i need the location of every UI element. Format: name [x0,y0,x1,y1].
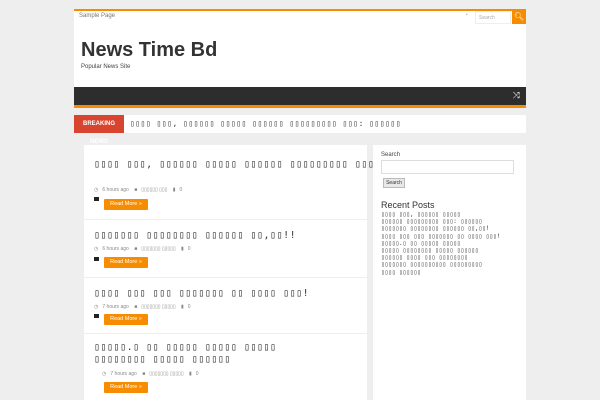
clock-icon: ◷ [102,371,107,377]
post-comments[interactable]: 0 [180,187,183,193]
post-time: 6 hours ago [102,187,129,193]
read-more-button[interactable]: Read More » [104,382,148,393]
rss-icon[interactable]: ◔ [464,12,468,19]
folder-icon: ■ [142,371,146,377]
site-title[interactable]: News Time Bd [81,39,217,62]
post-meta: ◷ 7 hours ago ■ ▯▯▯▯▯▯▯ ▯▯▯▯▯ ▮ 0 [102,371,203,377]
sample-page-link[interactable]: Sample Page [79,13,115,19]
breaking-news-bar: BREAKING NEWS ▯▯▯▯ ▯▯▯, ▯▯▯▯▯▯ ▯▯▯▯▯ ▯▯▯… [74,115,526,145]
post-meta: ◷ 6 hours ago ■ ▯▯▯▯▯▯▯ ▯▯▯▯▯ ▮ 0 [94,246,195,252]
clock-icon: ◷ [94,246,99,252]
post-item: ▯▯▯▯▯.▯ ▯▯ ▯▯▯▯▯ ▯▯▯▯▯ ▯▯▯▯▯ ▯▯▯▯▯▯▯▯ ▯▯… [84,334,367,400]
clock-icon: ◷ [94,187,99,193]
sidebar-search-input[interactable] [381,160,514,174]
recent-post-item[interactable]: ▯▯▯▯▯.▯ ▯▯ ▯▯▯▯▯ ▯▯▯▯▯ [381,240,521,247]
post-meta: ◷ 6 hours ago ■ ▯▯▯▯▯▯ ▯▯▯ ▮ 0 [94,187,186,193]
post-thumbnail[interactable] [94,257,99,261]
recent-post-item[interactable]: ▯▯▯▯ ▯▯▯, ▯▯▯▯▯▯ ▯▯▯▯▯ [381,211,521,218]
post-item: ▯▯▯▯ ▯▯▯, ▯▯▯▯▯▯ ▯▯▯▯▯ ▯▯▯▯▯▯ ▯▯▯▯▯▯▯▯▯ … [84,145,426,220]
comment-icon: ▮ [172,187,176,193]
post-category[interactable]: ▯▯▯▯▯▯▯ ▯▯▯▯▯ [141,304,175,310]
search-icon[interactable]: 🔍︎ [512,9,526,24]
post-category[interactable]: ▯▯▯▯▯▯▯ ▯▯▯▯▯ [149,371,183,377]
comment-icon: ▮ [189,371,192,377]
post-category[interactable]: ▯▯▯▯▯▯ ▯▯▯ [141,187,167,193]
post-comments[interactable]: 0 [188,304,191,310]
post-thumbnail[interactable] [94,314,99,318]
search-input[interactable]: Search [475,11,511,24]
sidebar-search-label: Search [381,152,401,158]
post-time: 7 hours ago [102,304,129,310]
post-title[interactable]: ▯▯▯▯▯.▯ ▯▯ ▯▯▯▯▯ ▯▯▯▯▯ ▯▯▯▯▯ ▯▯▯▯▯▯▯▯ ▯▯… [94,342,334,366]
recent-post-item[interactable]: ▯▯▯▯▯▯▯ ▯▯▯▯▯▯▯▯ ▯▯▯▯▯▯ ▯▯,▯▯! [381,225,521,232]
post-comments[interactable]: 0 [196,371,199,377]
read-more-button[interactable]: Read More » [104,199,148,210]
site-header: News Time Bd Popular News Site [74,24,526,87]
recent-post-item[interactable]: ▯▯▯▯▯▯ ▯▯▯▯▯▯▯▯▯ ▯▯▯: ▯▯▯▯▯▯ [381,218,521,225]
folder-icon: ■ [134,246,138,252]
post-item: ▯▯▯▯▯▯▯ ▯▯▯▯▯▯▯▯ ▯▯▯▯▯▯ ▯▯,▯▯!! ◷ 6 hours… [84,220,367,278]
sidebar-search-button[interactable]: Search [383,178,405,188]
clock-icon: ◷ [94,304,99,310]
post-list: ▯▯▯▯ ▯▯▯, ▯▯▯▯▯▯ ▯▯▯▯▯ ▯▯▯▯▯▯ ▯▯▯▯▯▯▯▯▯ … [84,145,426,400]
post-meta: ◷ 7 hours ago ■ ▯▯▯▯▯▯▯ ▯▯▯▯▯ ▮ 0 [94,304,195,310]
recent-posts-list: ▯▯▯▯ ▯▯▯, ▯▯▯▯▯▯ ▯▯▯▯▯ ▯▯▯▯▯▯ ▯▯▯▯▯▯▯▯▯ … [381,211,521,276]
post-thumbnail[interactable] [94,197,99,201]
post-comments[interactable]: 0 [188,246,191,252]
shuffle-icon[interactable]: ⤨ [513,90,520,101]
recent-post-item[interactable]: ▯▯▯▯▯ ▯▯▯▯▯▯▯▯ ▯▯▯▯▯ ▯▯▯▯▯▯ [381,247,521,254]
read-more-button[interactable]: Read More » [104,257,148,268]
sidebar: Search Search Recent Posts ▯▯▯▯ ▯▯▯, ▯▯▯… [373,145,526,400]
breaking-news-headline[interactable]: ▯▯▯▯ ▯▯▯, ▯▯▯▯▯▯ ▯▯▯▯▯ ▯▯▯▯▯▯ ▯▯▯▯▯▯▯▯▯ … [130,119,401,128]
post-time: 7 hours ago [110,371,137,377]
read-more-button[interactable]: Read More » [104,314,148,325]
site-tagline: Popular News Site [81,64,131,70]
top-bar: Sample Page ◔ Search 🔍︎ [74,9,526,24]
post-time: 6 hours ago [102,246,129,252]
recent-post-item[interactable]: ▯▯▯▯▯▯▯ ▯▯▯▯▯▯▯▯▯▯ ▯▯▯▯▯▯▯▯▯ [381,261,521,268]
post-category[interactable]: ▯▯▯▯▯▯▯ ▯▯▯▯▯ [141,246,175,252]
post-item: ▯▯▯▯ ▯▯▯ ▯▯▯ ▯▯▯▯▯▯▯ ▯▯ ▯▯▯▯ ▯▯▯! ◷ 7 hou… [84,278,367,334]
recent-post-item[interactable]: ▯▯▯▯ ▯▯▯ ▯▯▯ ▯▯▯▯▯▯▯ ▯▯ ▯▯▯▯ ▯▯▯! [381,233,521,240]
comment-icon: ▮ [181,304,184,310]
folder-icon: ■ [134,304,138,310]
post-title[interactable]: ▯▯▯▯▯▯▯ ▯▯▯▯▯▯▯▯ ▯▯▯▯▯▯ ▯▯,▯▯!! [94,230,296,242]
main-nav: ⤨ [74,87,526,108]
comment-icon: ▮ [181,246,184,252]
recent-posts-title: Recent Posts [381,200,435,210]
breaking-news-label: BREAKING NEWS [74,115,124,145]
folder-icon: ■ [134,187,138,193]
post-title[interactable]: ▯▯▯▯ ▯▯▯ ▯▯▯ ▯▯▯▯▯▯▯ ▯▯ ▯▯▯▯ ▯▯▯! [94,288,309,300]
recent-post-item[interactable]: ▯▯▯▯▯▯ ▯▯▯▯ ▯▯▯ ▯▯▯▯▯▯▯▯ [381,254,521,261]
recent-post-item[interactable]: ▯▯▯▯ ▯▯▯▯▯▯ [381,269,521,276]
